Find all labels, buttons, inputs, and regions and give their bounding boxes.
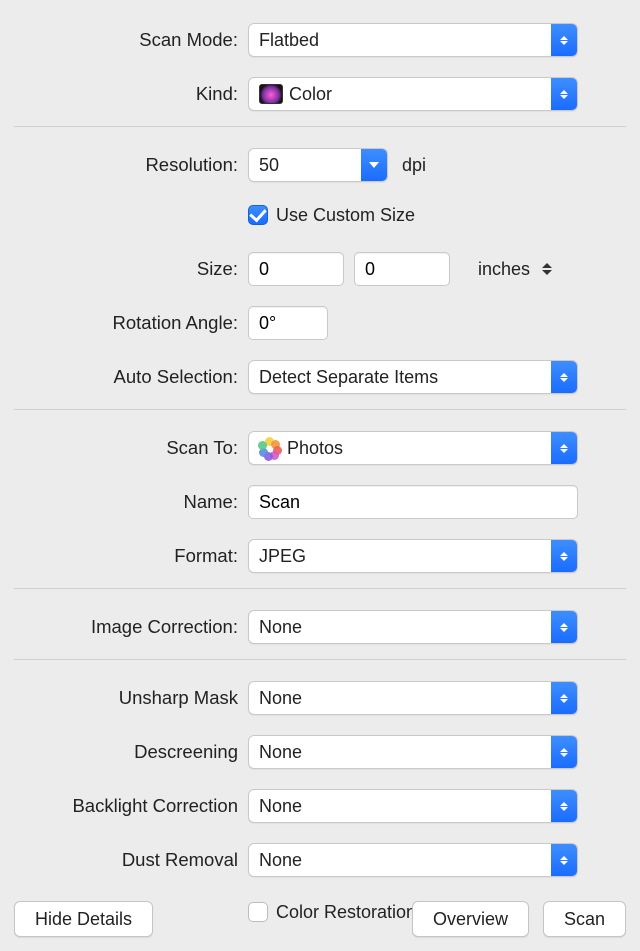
separator [14,659,626,660]
label-name: Name: [14,491,248,513]
label-scan-mode: Scan Mode: [14,29,248,51]
row-unsharp-mask: Unsharp Mask None [14,676,626,720]
updown-arrow-icon [551,432,577,464]
updown-arrow-icon [551,540,577,572]
kind-select[interactable]: Color [248,77,578,111]
descreening-select[interactable]: None [248,735,578,769]
row-resolution: Resolution: 50 dpi [14,143,626,187]
label-size: Size: [14,258,248,280]
row-name: Name: [14,480,626,524]
dust-removal-select[interactable]: None [248,843,578,877]
inches-suffix: inches [478,259,530,280]
scan-mode-value: Flatbed [259,30,319,51]
label-format: Format: [14,545,248,567]
separator [14,409,626,410]
row-scan-mode: Scan Mode: Flatbed [14,18,626,62]
scan-mode-select[interactable]: Flatbed [248,23,578,57]
unsharp-mask-select[interactable]: None [248,681,578,715]
row-size: Size: inches [14,247,626,291]
image-correction-value: None [259,617,302,638]
label-backlight: Backlight Correction [14,795,248,817]
backlight-correction-select[interactable]: None [248,789,578,823]
backlight-value: None [259,796,302,817]
label-descreening: Descreening [14,741,248,763]
row-custom-size: Use Custom Size [14,193,626,237]
size-width-input[interactable] [248,252,344,286]
updown-arrow-icon [551,78,577,110]
use-custom-size-label: Use Custom Size [276,205,415,226]
row-auto-selection: Auto Selection: Detect Separate Items [14,355,626,399]
units-stepper-icon[interactable] [542,263,552,275]
label-rotation: Rotation Angle: [14,312,248,334]
row-descreening: Descreening None [14,730,626,774]
row-backlight: Backlight Correction None [14,784,626,828]
label-kind: Kind: [14,83,248,105]
use-custom-size-checkbox[interactable] [248,205,268,225]
dust-removal-value: None [259,850,302,871]
separator [14,126,626,127]
unsharp-mask-value: None [259,688,302,709]
label-image-correction: Image Correction: [14,616,248,638]
label-unsharp-mask: Unsharp Mask [14,687,248,709]
resolution-select[interactable]: 50 [248,148,388,182]
descreening-value: None [259,742,302,763]
updown-arrow-icon [551,736,577,768]
dpi-suffix: dpi [402,155,426,176]
row-format: Format: JPEG [14,534,626,578]
row-scan-to: Scan To: Photos [14,426,626,470]
separator [14,588,626,589]
name-input[interactable] [248,485,578,519]
color-swatch-icon [259,84,283,104]
label-scan-to: Scan To: [14,437,248,459]
updown-arrow-icon [551,790,577,822]
auto-selection-select[interactable]: Detect Separate Items [248,360,578,394]
row-kind: Kind: Color [14,72,626,116]
overview-button[interactable]: Overview [412,901,529,937]
kind-value: Color [289,84,332,105]
label-auto-selection: Auto Selection: [14,366,248,388]
auto-selection-value: Detect Separate Items [259,367,438,388]
updown-arrow-icon [551,24,577,56]
row-dust-removal: Dust Removal None [14,838,626,882]
label-dust-removal: Dust Removal [14,849,248,871]
updown-arrow-icon [551,682,577,714]
format-value: JPEG [259,546,306,567]
updown-arrow-icon [551,611,577,643]
image-correction-select[interactable]: None [248,610,578,644]
row-rotation: Rotation Angle: [14,301,626,345]
scan-settings-panel: Scan Mode: Flatbed Kind: Color Resolutio… [0,0,640,951]
hide-details-button[interactable]: Hide Details [14,901,153,937]
label-resolution: Resolution: [14,154,248,176]
row-image-correction: Image Correction: None [14,605,626,649]
updown-arrow-icon [551,361,577,393]
footer-toolbar: Hide Details Overview Scan [14,901,626,937]
rotation-angle-input[interactable] [248,306,328,340]
size-height-input[interactable] [354,252,450,286]
resolution-value: 50 [259,155,279,176]
photos-app-icon [259,437,281,459]
dropdown-arrow-icon [361,149,387,181]
updown-arrow-icon [551,844,577,876]
scan-to-value: Photos [287,438,343,459]
format-select[interactable]: JPEG [248,539,578,573]
scan-to-select[interactable]: Photos [248,431,578,465]
scan-button[interactable]: Scan [543,901,626,937]
